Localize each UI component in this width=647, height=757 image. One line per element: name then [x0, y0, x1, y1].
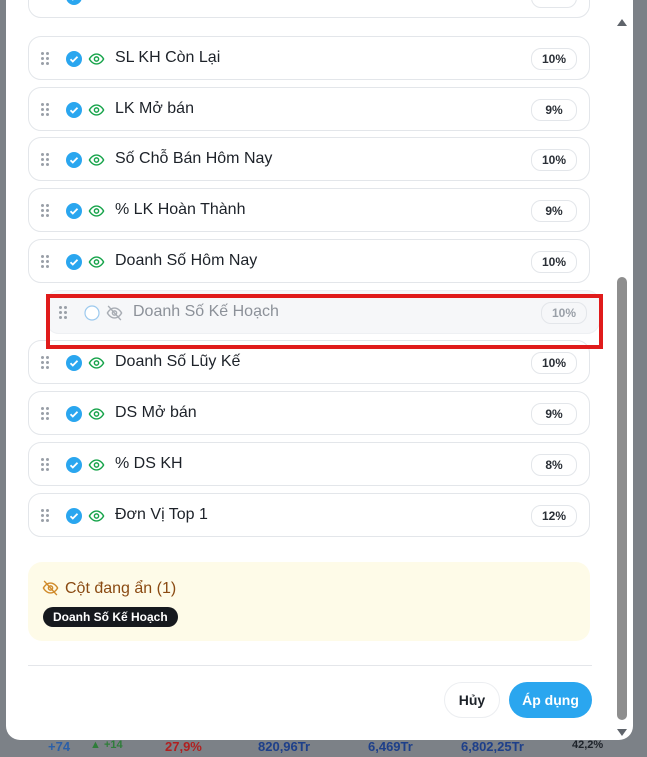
column-row[interactable]: Doanh Số Lũy Kế 10%	[28, 340, 590, 384]
eye-icon[interactable]	[88, 508, 105, 524]
apply-button[interactable]: Áp dụng	[509, 682, 592, 718]
drag-handle-icon[interactable]	[41, 356, 51, 370]
width-percent-badge: 10%	[531, 251, 577, 273]
column-label: Số Chỗ Bán Hôm Nay	[115, 150, 273, 167]
column-row[interactable]	[28, 0, 590, 18]
drag-handle-icon[interactable]	[41, 255, 51, 269]
bg-value: 6,469Tr	[368, 739, 413, 754]
column-row[interactable]: LK Mở bán 9%	[28, 87, 590, 131]
column-label: LK Mở bán	[115, 100, 194, 117]
width-percent-badge: 10%	[531, 48, 577, 70]
eye-icon[interactable]	[88, 102, 105, 118]
eye-icon[interactable]	[88, 203, 105, 219]
width-percent-badge: 9%	[531, 99, 577, 121]
checked-icon[interactable]	[66, 508, 82, 524]
column-label: % LK Hoàn Thành	[115, 201, 246, 218]
bg-value: +74	[48, 739, 71, 754]
eye-icon[interactable]	[88, 457, 105, 473]
drag-handle-icon[interactable]	[41, 509, 51, 523]
cancel-button[interactable]: Hủy	[444, 682, 500, 718]
eye-icon[interactable]	[88, 51, 105, 67]
drag-handle-icon[interactable]	[59, 306, 69, 320]
width-percent-badge: 12%	[531, 505, 577, 527]
hidden-columns-title: Cột đang ẩn (1)	[65, 580, 177, 597]
column-row[interactable]: Số Chỗ Bán Hôm Nay 10%	[28, 137, 590, 181]
width-percent-badge	[531, 0, 577, 8]
eye-off-icon	[42, 580, 59, 596]
width-percent-badge: 10%	[531, 352, 577, 374]
column-label: Đơn Vị Top 1	[115, 506, 208, 523]
checked-icon[interactable]	[66, 355, 82, 371]
column-label: Doanh Số Lũy Kế	[115, 353, 241, 370]
scrollbar[interactable]	[614, 14, 630, 740]
drag-handle-icon[interactable]	[41, 407, 51, 421]
column-row[interactable]: DS Mở bán 9%	[28, 391, 590, 435]
width-percent-badge: 9%	[531, 200, 577, 222]
column-row[interactable]: % DS KH 8%	[28, 442, 590, 486]
column-label: Doanh Số Hôm Nay	[115, 252, 258, 269]
footer-divider	[28, 665, 592, 666]
width-percent-badge: 9%	[531, 403, 577, 425]
width-percent-badge: 8%	[531, 454, 577, 476]
width-percent-badge: 10%	[541, 302, 587, 324]
checked-icon[interactable]	[66, 51, 82, 67]
scrollbar-thumb[interactable]	[617, 277, 627, 720]
column-label: % DS KH	[115, 455, 183, 472]
checked-icon[interactable]	[66, 406, 82, 422]
column-label: Doanh Số Kế Hoạch	[133, 303, 279, 320]
drag-handle-icon[interactable]	[41, 204, 51, 218]
bg-value: 27,9%	[165, 739, 202, 754]
hidden-column-chip[interactable]: Doanh Số Kế Hoạch	[43, 607, 178, 627]
bg-value: 42,2%	[572, 739, 604, 751]
eye-icon[interactable]	[88, 254, 105, 270]
drag-handle-icon[interactable]	[41, 153, 51, 167]
column-row[interactable]: SL KH Còn Lại 10%	[28, 36, 590, 80]
column-row[interactable]: Doanh Số Hôm Nay 10%	[28, 239, 590, 283]
scroll-down-arrow-icon[interactable]	[617, 729, 627, 736]
eye-off-icon[interactable]	[106, 305, 123, 321]
width-percent-badge: 10%	[531, 149, 577, 171]
drag-handle-icon[interactable]	[41, 52, 51, 66]
checked-icon[interactable]	[66, 457, 82, 473]
column-settings-modal: SL KH Còn Lại 10% LK Mở bán 9% Số Chỗ Bán Hô…	[6, 0, 633, 740]
column-label: DS Mở bán	[115, 404, 197, 421]
column-row[interactable]: Doanh Số Kế Hoạch 10%	[46, 290, 600, 334]
checked-icon[interactable]	[66, 102, 82, 118]
checked-icon[interactable]	[66, 203, 82, 219]
checked-icon[interactable]	[66, 0, 82, 5]
unchecked-icon[interactable]	[84, 305, 100, 321]
bg-value: 820,96Tr	[258, 739, 311, 754]
checked-icon[interactable]	[66, 152, 82, 168]
drag-handle-icon[interactable]	[41, 458, 51, 472]
column-row[interactable]: Đơn Vị Top 1 12%	[28, 493, 590, 537]
eye-icon[interactable]	[88, 152, 105, 168]
eye-icon[interactable]	[88, 406, 105, 422]
column-label: SL KH Còn Lại	[115, 49, 221, 66]
bg-value: ▲ +14	[90, 739, 123, 751]
column-row[interactable]: % LK Hoàn Thành 9%	[28, 188, 590, 232]
hidden-columns-panel: Cột đang ẩn (1) Doanh Số Kế Hoạch	[28, 562, 590, 641]
checked-icon[interactable]	[66, 254, 82, 270]
drag-handle-icon[interactable]	[41, 103, 51, 117]
bg-value: 6,802,25Tr	[461, 739, 524, 754]
background-table-row: +74 ▲ +14 27,9% 820,96Tr 6,469Tr 6,802,2…	[0, 737, 647, 757]
eye-icon[interactable]	[88, 355, 105, 371]
scroll-up-arrow-icon[interactable]	[617, 19, 627, 26]
